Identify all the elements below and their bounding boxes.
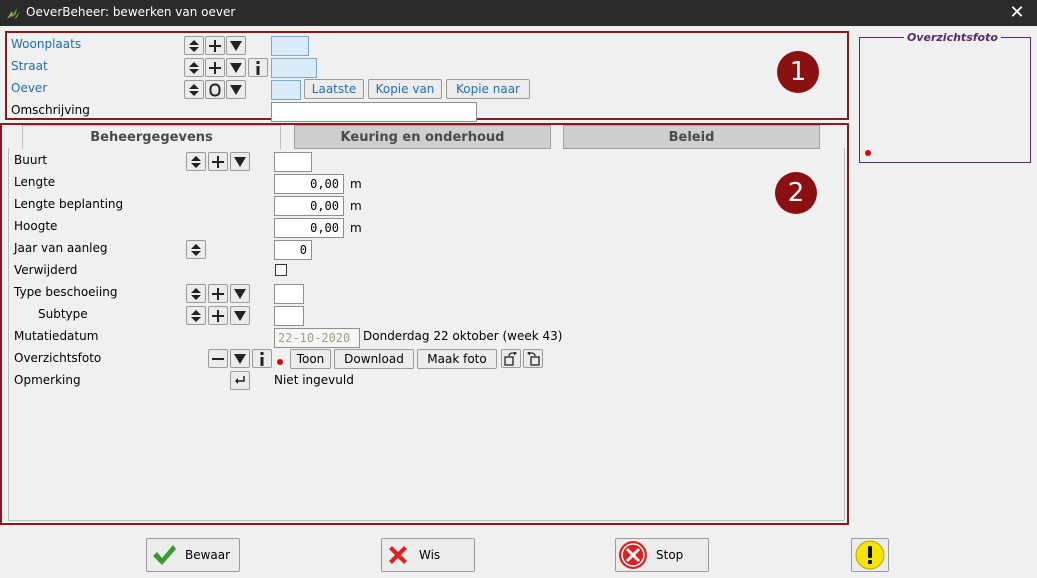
add-icon[interactable] [205,36,225,55]
opmerking-value: Niet ingevuld [274,373,354,387]
spin-updown-icon[interactable] [186,152,206,171]
omschrijving-field[interactable] [271,102,477,122]
tab-beleid[interactable]: Beleid [563,125,820,149]
hoogte-field[interactable]: 0,00 [274,218,344,238]
enter-icon[interactable] [230,371,250,390]
wis-button[interactable]: Wis [381,538,475,572]
download-button[interactable]: Download [334,349,414,369]
woonplaats-label[interactable]: Woonplaats [11,37,81,51]
zero-reset-icon[interactable] [205,80,225,99]
add-icon[interactable] [208,284,228,303]
stop-button[interactable]: Stop [615,538,709,572]
subtype-field[interactable] [274,306,304,326]
rotate-right-icon[interactable] [501,349,521,368]
mutatiedatum-text: Donderdag 22 oktober (week 43) [363,329,563,343]
spin-updown-icon[interactable] [184,80,204,99]
omschrijving-label: Omschrijving [11,103,90,117]
lengte-field[interactable]: 0,00 [274,174,344,194]
window-title: OeverBeheer: bewerken van oever [26,5,236,19]
toon-button[interactable]: Toon [290,349,331,369]
stop-label: Stop [656,548,684,562]
type-beschoeiing-label: Type beschoeiing [14,285,118,299]
close-icon[interactable]: ✕ [997,0,1037,26]
info-icon[interactable] [248,58,268,77]
warning-button[interactable] [851,538,889,572]
tab-beheergegevens[interactable]: Beheergegevens [22,125,281,149]
add-icon[interactable] [208,152,228,171]
overzichtsfoto-label: Overzichtsfoto [14,351,102,365]
woonplaats-field[interactable] [271,36,309,56]
add-icon[interactable] [208,306,228,325]
laatste-button[interactable]: Laatste [304,79,364,99]
app-logo-icon [7,8,20,19]
section-2-badge: 2 [775,172,817,214]
dropdown-icon[interactable] [226,36,246,55]
lengte-label: Lengte [14,175,56,189]
checkmark-icon [153,545,176,565]
jaar-label: Jaar van aanleg [14,241,108,255]
section-1-badge: 1 [777,51,819,93]
buurt-label: Buurt [14,153,48,167]
title-bar: OeverBeheer: bewerken van oever ✕ [0,0,1037,26]
opmerking-label: Opmerking [14,373,81,387]
verwijderd-label: Verwijderd [14,263,78,277]
jaar-field[interactable]: 0 [274,240,312,260]
photo-status-dot-icon [277,359,283,365]
info-icon[interactable] [252,349,272,368]
rotate-left-icon[interactable] [523,349,543,368]
spin-updown-icon[interactable] [186,306,206,325]
straat-label[interactable]: Straat [11,59,48,73]
spin-updown-icon[interactable] [184,58,204,77]
hoogte-unit: m [350,221,362,235]
mutatiedatum-label: Mutatiedatum [14,329,99,343]
lengte-beplanting-label: Lengte beplanting [14,197,124,211]
dropdown-icon[interactable] [230,284,250,303]
buurt-field[interactable] [274,152,312,172]
remove-icon[interactable] [208,349,228,368]
mutatiedatum-field: 22-10-2020 [274,328,360,348]
add-icon[interactable] [205,58,225,77]
wis-label: Wis [419,548,441,562]
dropdown-icon[interactable] [226,80,246,99]
verwijderd-checkbox[interactable] [275,264,287,276]
warning-icon [855,540,885,570]
dropdown-icon[interactable] [226,58,246,77]
spin-updown-icon[interactable] [186,284,206,303]
photo-panel-dot-icon [865,150,871,156]
cross-icon [389,546,407,564]
tab-keuring-en-onderhoud[interactable]: Keuring en onderhoud [294,125,551,149]
hoogte-label: Hoogte [14,219,58,233]
oever-label[interactable]: Oever [11,81,47,95]
subtype-label: Subtype [38,307,88,321]
lengte-unit: m [350,177,362,191]
lengte-beplanting-field[interactable]: 0,00 [274,196,344,216]
spin-updown-icon[interactable] [186,240,206,259]
maak-foto-button[interactable]: Maak foto [417,349,497,369]
dropdown-icon[interactable] [230,152,250,171]
bewaar-button[interactable]: Bewaar [146,538,240,572]
overzichtsfoto-panel[interactable] [859,37,1031,163]
type-beschoeiing-field[interactable] [274,284,304,304]
bewaar-label: Bewaar [185,548,231,562]
straat-field[interactable] [271,58,317,78]
stop-icon [619,541,647,569]
dropdown-icon[interactable] [230,306,250,325]
kopie-naar-button[interactable]: Kopie naar [446,79,530,99]
lengte-beplanting-unit: m [350,199,362,213]
oever-field[interactable] [271,80,301,100]
kopie-van-button[interactable]: Kopie van [368,79,442,99]
dropdown-icon[interactable] [230,349,250,368]
spin-updown-icon[interactable] [184,36,204,55]
overzichtsfoto-panel-title: Overzichtsfoto [904,31,1001,44]
